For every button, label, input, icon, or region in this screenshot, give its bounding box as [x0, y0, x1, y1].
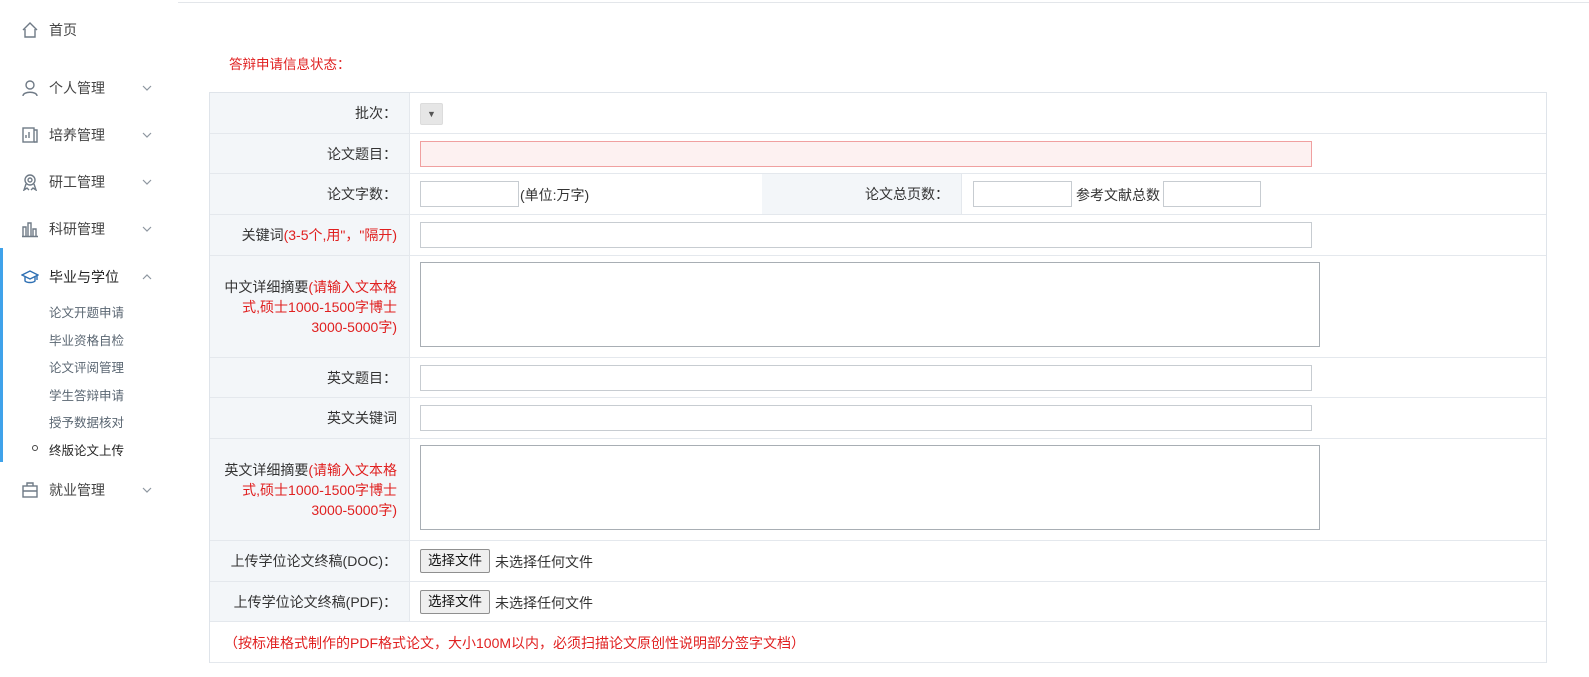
total-pages-label: 论文总页数： — [762, 174, 962, 214]
sub-item-degree-data[interactable]: 授予数据核对 — [49, 412, 124, 431]
form-row-batch: 批次： ▼ — [210, 93, 1546, 134]
bar-chart-icon — [22, 222, 38, 238]
en-abstract-textarea[interactable] — [420, 445, 1320, 530]
form-row-upload-pdf: 上传学位论文终稿(PDF)： 选择文件 未选择任何文件 — [210, 582, 1546, 622]
form-row-en-keywords: 英文关键词 — [210, 398, 1546, 439]
sub-item-final-upload[interactable]: 终版论文上传 — [49, 440, 124, 459]
briefcase-icon — [22, 482, 38, 498]
chevron-down-icon — [142, 132, 152, 138]
sidebar-item-label: 个人管理 — [49, 80, 105, 96]
keywords-label-text: 关键词 — [241, 227, 284, 243]
form-row-en-title: 英文题目： — [210, 358, 1546, 398]
sidebar-item-research-work[interactable]: 研工管理 — [0, 165, 178, 199]
chevron-down-icon — [142, 487, 152, 493]
sidebar-item-employment[interactable]: 就业管理 — [0, 473, 178, 507]
doc-file-status: 未选择任何文件 — [495, 554, 593, 570]
sidebar-item-label: 培养管理 — [49, 127, 105, 143]
chevron-down-icon — [142, 226, 152, 232]
form-row-title: 论文题目： — [210, 134, 1546, 174]
word-count-input[interactable] — [420, 181, 519, 207]
sub-item-review[interactable]: 论文评阅管理 — [49, 357, 124, 376]
en-title-label: 英文题目： — [210, 358, 410, 397]
pdf-file-status: 未选择任何文件 — [495, 595, 593, 611]
choose-doc-file-button[interactable]: 选择文件 — [420, 549, 490, 573]
main-content: 答辩申请信息状态： 批次： ▼ 论文题目： 论文字数： (单位:万字) 论文总页… — [178, 0, 1589, 677]
form-row-upload-doc: 上传学位论文终稿(DOC)： 选择文件 未选择任何文件 — [210, 541, 1546, 582]
cn-abstract-label-text: 中文详细摘要 — [224, 278, 309, 295]
keywords-input[interactable] — [420, 222, 1312, 248]
user-icon — [22, 80, 38, 97]
sidebar-item-training[interactable]: 培养管理 — [0, 118, 178, 152]
sidebar-item-label: 毕业与学位 — [49, 269, 119, 285]
word-count-label: 论文字数： — [210, 174, 410, 214]
chevron-up-icon — [142, 274, 152, 280]
chevron-down-icon — [142, 179, 152, 185]
sidebar-item-label: 就业管理 — [49, 482, 105, 498]
en-keywords-input[interactable] — [420, 405, 1312, 431]
pdf-requirement-note: （按标准格式制作的PDF格式论文，大小100M以内，必须扫描论文原创性说明部分签… — [224, 635, 806, 651]
en-abstract-label: 英文详细摘要(请输入文本格式,硕士1000-1500字博士3000-5000字) — [210, 439, 410, 540]
form-row-pdf-note: （按标准格式制作的PDF格式论文，大小100M以内，必须扫描论文原创性说明部分签… — [210, 622, 1546, 663]
award-icon — [22, 174, 38, 191]
sidebar-item-label: 科研管理 — [49, 221, 105, 237]
title-label: 论文题目： — [210, 134, 410, 173]
references-label: 参考文献总数 — [1076, 187, 1160, 203]
cn-abstract-label: 中文详细摘要(请输入文本格式,硕士1000-1500字博士3000-5000字) — [210, 256, 410, 357]
sidebar-item-label: 研工管理 — [49, 174, 105, 190]
en-keywords-label: 英文关键词 — [210, 398, 410, 438]
sidebar-item-graduation[interactable]: 毕业与学位 — [0, 260, 178, 294]
form-row-keywords: 关键词 (3-5个,用"，"隔开) — [210, 215, 1546, 256]
form-row-cn-abstract: 中文详细摘要(请输入文本格式,硕士1000-1500字博士3000-5000字) — [210, 256, 1546, 358]
keywords-hint: (3-5个,用"，"隔开) — [283, 227, 397, 243]
en-abstract-label-text: 英文详细摘要 — [224, 461, 309, 478]
sidebar-item-home[interactable]: 首页 — [0, 13, 178, 47]
sidebar: 首页 个人管理 培养管理 研工管理 科研管理 毕业与学位 论文开题申请 毕业资格… — [0, 0, 178, 677]
home-icon — [22, 22, 38, 38]
defense-form: 批次： ▼ 论文题目： 论文字数： (单位:万字) 论文总页数： 参考文献总数 — [209, 92, 1547, 663]
chart-book-icon — [22, 127, 38, 143]
sub-item-defense-application[interactable]: 学生答辩申请 — [49, 385, 124, 404]
word-count-unit: (单位:万字) — [520, 187, 590, 203]
form-row-counts: 论文字数： (单位:万字) 论文总页数： 参考文献总数 — [210, 174, 1546, 215]
sub-item-proposal[interactable]: 论文开题申请 — [49, 302, 124, 321]
en-title-input[interactable] — [420, 365, 1312, 391]
choose-pdf-file-button[interactable]: 选择文件 — [420, 590, 490, 614]
keywords-label: 关键词 (3-5个,用"，"隔开) — [210, 215, 410, 255]
sidebar-item-label: 首页 — [49, 22, 77, 38]
thesis-title-input[interactable] — [420, 141, 1312, 167]
upload-doc-label: 上传学位论文终稿(DOC)： — [210, 541, 410, 581]
batch-label: 批次： — [210, 93, 410, 133]
sidebar-item-personal[interactable]: 个人管理 — [0, 71, 178, 105]
current-item-dot — [32, 445, 38, 451]
graduation-cap-icon — [21, 270, 39, 284]
divider — [178, 2, 1589, 3]
batch-select[interactable]: ▼ — [420, 103, 443, 125]
upload-pdf-label: 上传学位论文终稿(PDF)： — [210, 582, 410, 621]
total-pages-input[interactable] — [973, 181, 1072, 207]
sidebar-item-scientific[interactable]: 科研管理 — [0, 212, 178, 246]
form-row-en-abstract: 英文详细摘要(请输入文本格式,硕士1000-1500字博士3000-5000字) — [210, 439, 1546, 541]
cn-abstract-textarea[interactable] — [420, 262, 1320, 347]
sub-item-qualification-check[interactable]: 毕业资格自检 — [49, 330, 124, 349]
chevron-down-icon — [142, 85, 152, 91]
status-title: 答辩申请信息状态： — [229, 57, 351, 72]
references-input[interactable] — [1163, 181, 1261, 207]
